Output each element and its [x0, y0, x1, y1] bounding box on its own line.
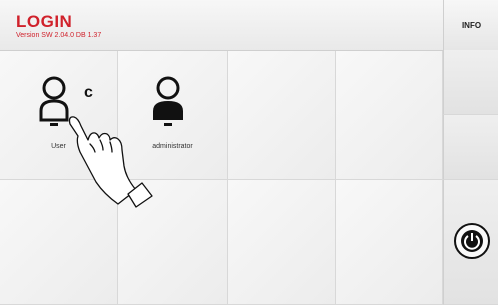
- empty-tile: [228, 180, 336, 305]
- administrator-tile[interactable]: administrator: [118, 51, 228, 180]
- user-badge: c: [84, 84, 93, 101]
- version-label: Version SW 2.04.0 DB 1.37: [16, 32, 102, 39]
- header-bar: LOGIN Version SW 2.04.0 DB 1.37: [0, 0, 498, 51]
- login-screen: LOGIN Version SW 2.04.0 DB 1.37 INFO c U…: [0, 0, 498, 305]
- page-title: LOGIN: [16, 12, 73, 31]
- administrator-label: administrator: [152, 143, 193, 150]
- empty-tile: [118, 180, 228, 305]
- side-panel: [443, 50, 498, 115]
- info-button[interactable]: INFO: [443, 0, 498, 50]
- power-button[interactable]: [453, 222, 491, 260]
- user-filled-icon: [153, 76, 183, 126]
- empty-tile: [0, 180, 118, 305]
- empty-tile: [336, 51, 443, 180]
- side-panel: [443, 115, 498, 180]
- user-label: User: [51, 143, 66, 150]
- empty-tile: [228, 51, 336, 180]
- user-outline-icon: [39, 76, 69, 126]
- user-tile[interactable]: c User: [0, 51, 118, 180]
- empty-tile: [336, 180, 443, 305]
